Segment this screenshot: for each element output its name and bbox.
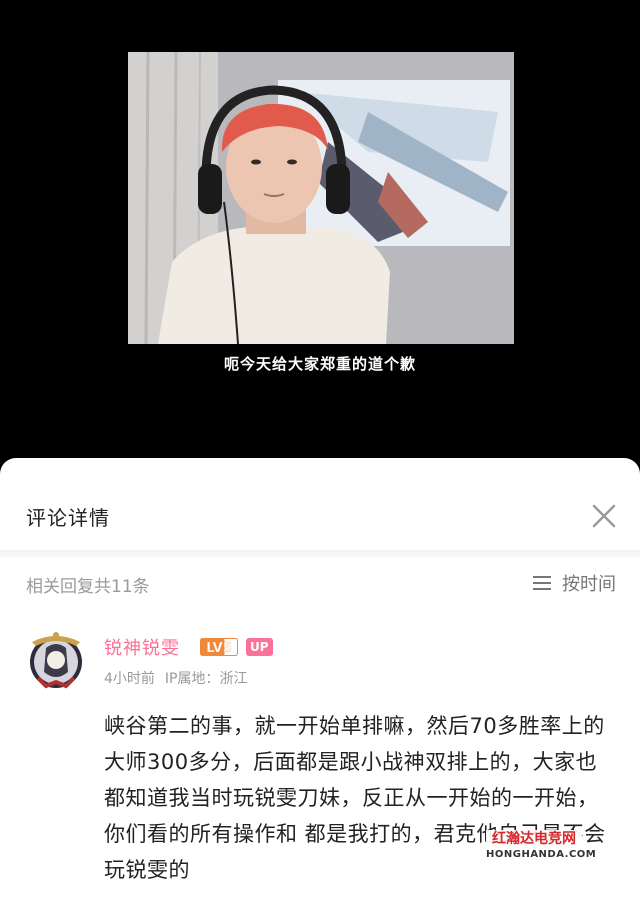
video-player[interactable]: 呃今天给大家郑重的道个歉 [0, 0, 640, 458]
comment-ip-location: IP属地：浙江 [164, 671, 248, 687]
reply-bar: 相关回复共11条 按时间 [0, 566, 640, 600]
level-badge-icon: LV5 [200, 638, 238, 656]
sort-by-time-button[interactable]: 按时间 [532, 570, 616, 596]
video-subtitle: 呃今天给大家郑重的道个歉 [223, 355, 416, 373]
comment-time: 4小时前 [104, 671, 155, 687]
comment-username[interactable]: 锐神锐雯 [104, 634, 180, 660]
video-thumbnail-image [128, 52, 514, 344]
sort-list-icon [533, 576, 551, 590]
avatar-image [30, 632, 82, 689]
sheet-header: 评论详情 [0, 458, 640, 548]
sheet-title: 评论详情 [26, 506, 110, 530]
watermark-cn: 红瀚达电竞网 [492, 831, 576, 847]
comment-meta: 4小时前 IP属地：浙江 [104, 668, 248, 688]
level-badge-text: LV5 [206, 641, 232, 656]
comment-detail-sheet: 评论详情 相关回复共11条 按时间 锐神锐雯 LV5 UP 4小时前 IP属地：… [0, 458, 640, 914]
close-button[interactable] [588, 500, 620, 532]
avatar[interactable] [24, 628, 88, 692]
section-divider [0, 550, 640, 558]
site-watermark: 红瀚达电竞网 HONGHANDA.COM [486, 830, 597, 864]
sort-label: 按时间 [562, 574, 616, 595]
close-icon [592, 504, 616, 528]
reply-count: 相关回复共11条 [26, 577, 150, 597]
video-frame[interactable] [128, 52, 514, 344]
up-badge: UP [246, 638, 273, 656]
watermark-en: HONGHANDA.COM [486, 849, 597, 860]
